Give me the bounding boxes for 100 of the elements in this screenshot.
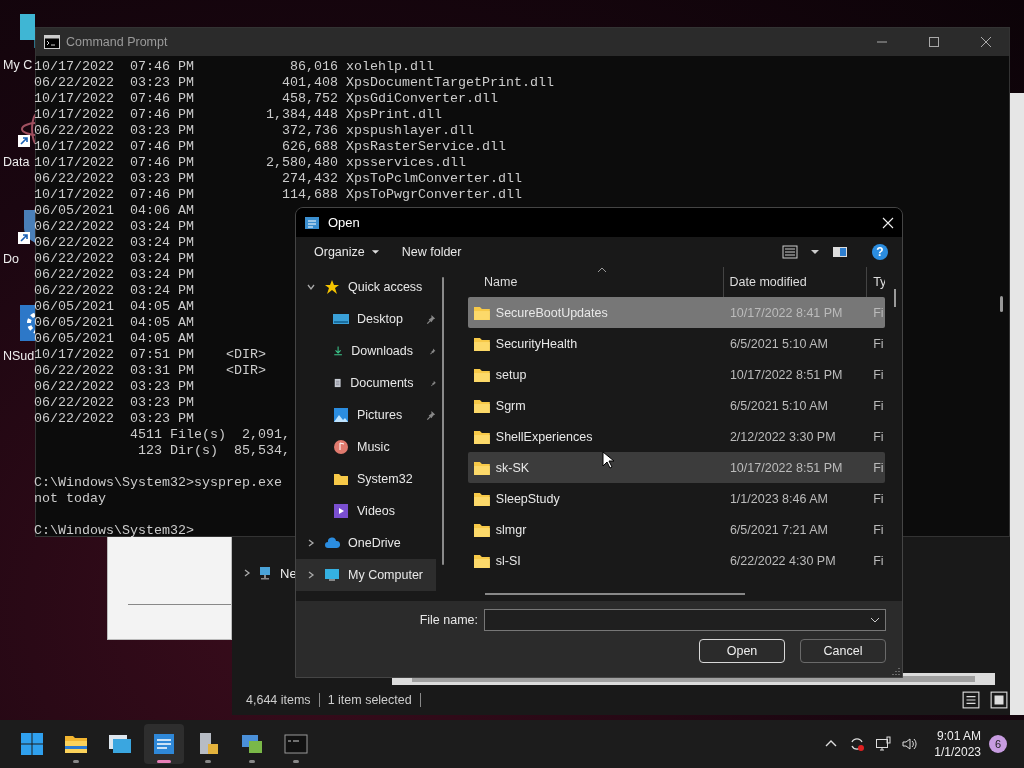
clock-time[interactable]: 9:01 AM (936, 729, 981, 743)
folder-icon (474, 398, 490, 413)
file-row[interactable]: setup 10/17/2022 8:51 PM Fi (468, 359, 885, 390)
sync-icon[interactable] (849, 736, 866, 752)
desktop-icon-label[interactable]: My C (0, 58, 33, 72)
volume-icon[interactable] (901, 736, 918, 752)
folder-icon (474, 336, 490, 351)
nav-item[interactable]: Downloads (296, 335, 454, 367)
console-line: 06/22/2022 03:24 PM (34, 267, 194, 282)
view-list-icon[interactable] (782, 244, 798, 260)
folder-icon (474, 460, 490, 475)
cancel-button[interactable]: Cancel (800, 639, 886, 663)
pin-icon[interactable] (425, 313, 436, 325)
clock-date[interactable]: 1/1/2023 (934, 745, 981, 759)
status-text: 1 item selected (327, 693, 412, 707)
pin-icon[interactable] (425, 409, 436, 421)
folder-icon (474, 429, 490, 444)
organize-menu-button[interactable]: Organize (306, 241, 388, 263)
nav-item[interactable]: Desktop (296, 303, 454, 335)
desktop-icon (333, 311, 349, 327)
nav-item[interactable]: Videos (296, 495, 454, 527)
folder-icon (474, 305, 490, 320)
console-line: not today (34, 491, 106, 506)
scrollbar-thumb[interactable] (442, 277, 444, 565)
file-row[interactable]: Sgrm 6/5/2021 5:10 AM Fi (468, 390, 885, 421)
nav-item[interactable]: Quick access (296, 271, 454, 303)
console-line: 10/17/2022 07:46 PM 626,688 XpsRasterService.dll (34, 139, 506, 154)
file-row[interactable]: sl-SI 6/22/2022 4:30 PM Fi (468, 545, 885, 576)
console-line: 06/22/2022 03:24 PM (34, 251, 194, 266)
console-line: 10/17/2022 07:46 PM 86,016 xolehlp.dll (34, 59, 434, 74)
video-icon (333, 503, 349, 519)
file-row[interactable]: SleepStudy 1/1/2023 8:46 AM Fi (468, 483, 885, 514)
list-window-icon (152, 732, 176, 756)
console-line: 10/17/2022 07:46 PM 2,580,480 xpsservices.dll (34, 155, 466, 170)
maximize-icon[interactable] (928, 36, 940, 48)
nav-item[interactable]: Documents (296, 367, 454, 399)
resize-grip-icon[interactable] (892, 667, 900, 675)
console-line: 06/22/2022 03:31 PM <DIR> (34, 363, 266, 378)
caret-icon[interactable] (370, 249, 380, 255)
console-line: 123 Dir(s) 85,534, (136, 443, 290, 458)
nav-item[interactable]: Music (296, 431, 454, 463)
folder-icon (474, 367, 490, 382)
gear-icon[interactable] (18, 303, 35, 343)
open-button[interactable]: Open (699, 639, 785, 663)
console-line: 10/17/2022 07:51 PM <DIR> (34, 347, 266, 362)
terminal-icon (44, 35, 60, 49)
console-line: 06/05/2021 04:06 AM (34, 203, 194, 218)
console-line: 06/05/2021 04:05 AM (34, 331, 194, 346)
windows-icon (108, 732, 132, 756)
scrollbar-thumb[interactable] (1000, 296, 1003, 312)
new-folder-button[interactable]: New folder (393, 241, 470, 263)
taskbar-app-button[interactable] (144, 724, 184, 764)
file-row[interactable]: SecureBootUpdates 10/17/2022 8:41 PM Fi (468, 297, 885, 328)
close-icon[interactable] (980, 36, 992, 48)
status-text: 4,644 items (246, 693, 311, 707)
network-icon[interactable] (875, 736, 892, 752)
desktop-icon-label[interactable]: Data (0, 155, 30, 169)
computers-icon (240, 732, 264, 756)
console-line: 10/17/2022 07:46 PM 1,384,448 XpsPrint.dll (34, 107, 442, 122)
console-line: 06/22/2022 03:23 PM (34, 379, 194, 394)
dialog-title: Open (328, 215, 360, 230)
computer-icon (324, 567, 340, 583)
desktop-icon-label[interactable]: Do (0, 252, 19, 266)
nav-item[interactable]: System32 (296, 463, 454, 495)
notification-badge[interactable]: 6 (989, 735, 1007, 753)
star-icon (324, 279, 340, 295)
help-button[interactable]: ? (872, 244, 888, 260)
dropdown-caret-icon[interactable] (870, 617, 880, 623)
caret-icon[interactable] (810, 249, 820, 255)
dialog-icon (304, 214, 320, 231)
scrollbar-thumb[interactable] (894, 289, 896, 307)
console-line: 06/05/2021 04:05 AM (34, 299, 194, 314)
horizontal-scrollbar[interactable] (485, 593, 745, 595)
music-icon (333, 439, 349, 455)
file-row[interactable]: ShellExperiences 2/12/2022 3:30 PM Fi (468, 421, 885, 452)
nav-item[interactable]: My Computer (296, 559, 436, 591)
folder-icon (333, 471, 349, 487)
console-line: 06/22/2022 03:23 PM 401,408 XpsDocumentTargetPrint.dll (34, 75, 554, 90)
preview-pane-icon[interactable] (832, 244, 848, 260)
console-line: 06/22/2022 03:23 PM 372,736 xpspushlayer.dll (34, 123, 474, 138)
file-row[interactable]: slmgr 6/5/2021 7:21 AM Fi (468, 514, 885, 545)
nav-item[interactable]: Pictures (296, 399, 454, 431)
details-view-icon[interactable] (962, 691, 980, 709)
chevron-icon[interactable] (242, 568, 252, 578)
console-line: 10/17/2022 07:46 PM 458,752 XpsGdiConverter.dll (34, 91, 498, 106)
large-icons-view-icon[interactable] (990, 691, 1008, 709)
console-line: 06/22/2022 03:23 PM (34, 395, 194, 410)
pictures-icon (333, 407, 349, 423)
terminal-icon (284, 732, 308, 756)
console-line: C:\Windows\System32>sysprep.exe (34, 475, 282, 490)
file-name-field[interactable] (484, 609, 886, 631)
cloud-icon (324, 535, 340, 551)
console-line: 06/22/2022 03:24 PM (34, 235, 194, 250)
folder-icon (474, 491, 490, 506)
file-row[interactable]: sk-SK 10/17/2022 8:51 PM Fi (468, 452, 885, 483)
folder-icon (474, 522, 490, 537)
file-row[interactable]: SecurityHealth 6/5/2021 5:10 AM Fi (468, 328, 885, 359)
nav-item[interactable]: OneDrive (296, 527, 454, 559)
desktop-icon-label[interactable]: NSud (0, 349, 35, 363)
console-line: 06/22/2022 03:23 PM 274,432 XpsToPclmConverter.dll (34, 171, 522, 186)
